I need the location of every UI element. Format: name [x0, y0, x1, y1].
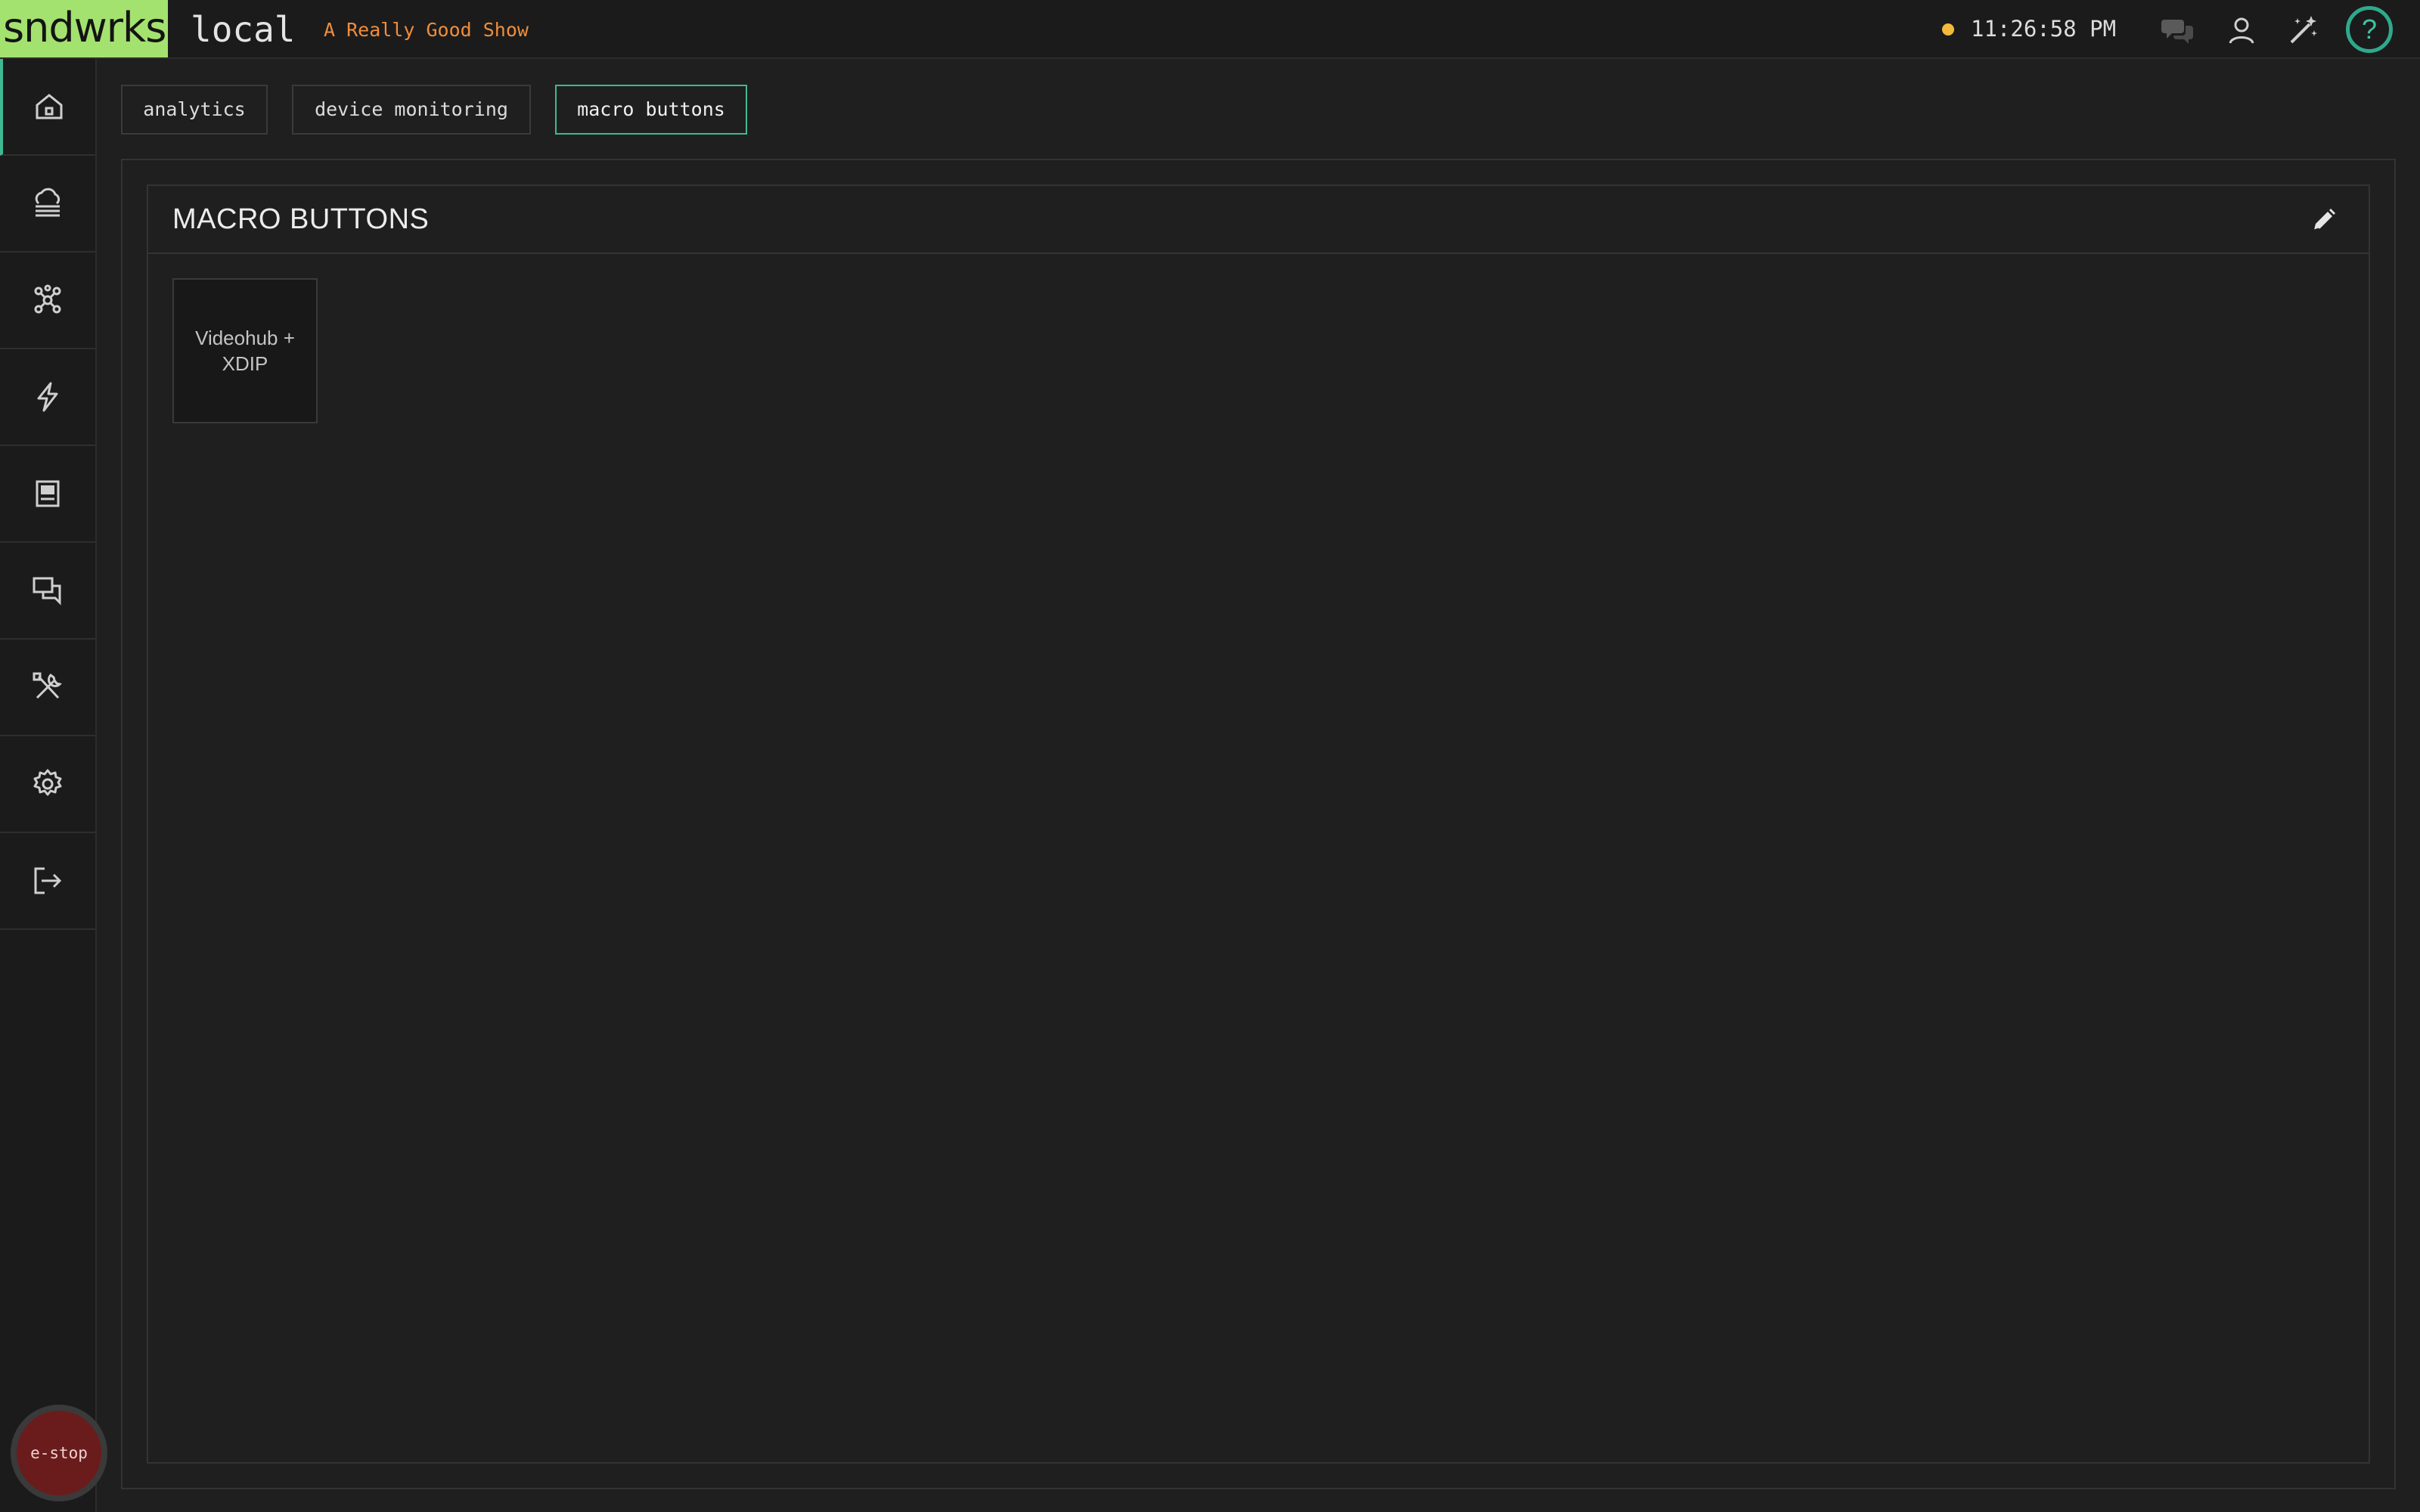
show-name: A Really Good Show	[324, 19, 529, 41]
lightning-icon	[37, 382, 58, 412]
macro-buttons-panel: MACRO BUTTONS Videohub + XDIP	[147, 184, 2370, 1464]
cloud-storage-icon	[35, 187, 60, 217]
status-indicator	[1942, 23, 1954, 36]
sidebar: e-stop	[0, 59, 107, 1512]
estop-button[interactable]: e-stop	[11, 1405, 107, 1501]
sidebar-item-cloud[interactable]	[0, 156, 95, 253]
macro-button-videohub-xdip[interactable]: Videohub + XDIP	[172, 278, 318, 423]
logout-icon	[34, 867, 62, 894]
top-bar: sndwrks local A Really Good Show 11:26:5…	[0, 0, 2420, 59]
panel-title: MACRO BUTTONS	[172, 203, 430, 235]
gear-icon	[33, 769, 62, 796]
panel-header: MACRO BUTTONS	[148, 186, 2369, 254]
home-icon	[36, 94, 63, 119]
sidebar-item-display[interactable]	[0, 446, 95, 543]
sidebar-item-tools[interactable]	[0, 640, 95, 736]
monitor-icon	[36, 480, 60, 507]
environment-name: local	[191, 9, 296, 50]
tools-icon	[33, 672, 62, 699]
chat-icon[interactable]	[2158, 11, 2198, 50]
sidebar-item-network[interactable]	[0, 253, 95, 349]
edit-pencil-icon[interactable]	[2308, 206, 2338, 236]
tab-analytics[interactable]: analytics	[121, 85, 268, 135]
user-icon[interactable]	[2222, 11, 2261, 50]
sidebar-item-automation[interactable]	[0, 349, 95, 446]
messages-icon	[33, 577, 61, 606]
app-logo[interactable]: sndwrks	[0, 0, 168, 57]
sidebar-item-messages[interactable]	[0, 543, 95, 640]
tab-macro-buttons[interactable]: macro buttons	[555, 85, 747, 135]
clock: 11:26:58 PM	[1971, 16, 2117, 42]
sidebar-item-home[interactable]	[0, 59, 95, 156]
tab-device-monitoring[interactable]: device monitoring	[292, 85, 531, 135]
sidebar-item-settings[interactable]	[0, 736, 95, 833]
network-icon	[34, 284, 61, 314]
sidebar-item-logout[interactable]	[0, 833, 95, 930]
magic-wand-icon[interactable]	[2284, 11, 2323, 50]
help-icon[interactable]: ?	[2346, 6, 2393, 53]
